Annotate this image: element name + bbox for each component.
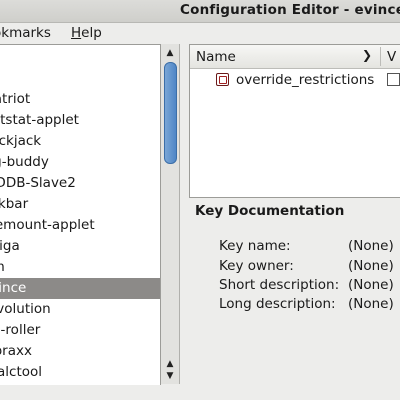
menu-bookmarks-label: okmarks	[0, 25, 51, 41]
column-separator[interactable]	[380, 47, 381, 66]
tree-item[interactable]: CDDB-Slave2	[0, 173, 160, 194]
key-list[interactable]: Name ❯ V override_restrictions	[189, 44, 400, 198]
arrow-down-icon[interactable]: ▼	[164, 370, 176, 382]
doc-value: (None)	[348, 296, 394, 312]
tree-item[interactable]	[0, 68, 160, 89]
menu-help-label: elp	[81, 25, 102, 41]
tree-item-selected[interactable]: evince	[0, 278, 160, 299]
tree-item[interactable]: drivemount-applet	[0, 215, 160, 236]
tree-item-label: drivemount-applet	[0, 217, 95, 233]
column-name-header[interactable]: Name	[196, 49, 236, 65]
tree-item-label: gbraxx	[0, 343, 32, 359]
title-bar: Configuration Editor - evince	[0, 0, 400, 23]
tree-item[interactable]: battstat-applet	[0, 110, 160, 131]
menu-help[interactable]: Help	[71, 25, 102, 41]
tree-scrollbar[interactable]: ▲ ▲ ▼	[161, 44, 180, 384]
arrow-up-icon[interactable]: ▲	[164, 47, 176, 59]
tree-item-label: Banshee-0.1/patriot	[0, 91, 31, 107]
key-value-checkbox[interactable]	[387, 73, 400, 86]
tree-item-label: ekiga	[0, 238, 20, 254]
tree-item[interactable]: ekiga	[0, 236, 160, 257]
tree-item-label: evince	[0, 280, 27, 296]
tree-item-label: gcalctool	[0, 364, 43, 380]
tree-item[interactable]: deskbar	[0, 194, 160, 215]
scrollbar-thumb[interactable]	[164, 62, 177, 164]
tree-item[interactable]: Banshee-0.1/patriot	[0, 89, 160, 110]
status-bar	[0, 385, 400, 400]
doc-label: Short description:	[219, 277, 340, 293]
menu-bookmarks[interactable]: okmarks	[0, 25, 51, 41]
tree-item[interactable]: evolution	[0, 299, 160, 320]
doc-value: (None)	[348, 277, 394, 293]
tree-item-label: deskbar	[0, 196, 29, 212]
menu-help-mnemonic: H	[71, 25, 82, 41]
tree-item-label: bug-buddy	[0, 154, 49, 170]
tree-item-label: file-roller	[0, 322, 41, 338]
tree-item[interactable]: gcalctool	[0, 362, 160, 383]
tree-item-label: evolution	[0, 301, 51, 317]
doc-label: Key owner:	[219, 258, 294, 274]
doc-value: (None)	[348, 238, 394, 254]
doc-value: (None)	[348, 258, 394, 274]
key-name: override_restrictions	[236, 72, 375, 88]
tree-item[interactable]: gbraxx	[0, 341, 160, 362]
tree-item[interactable]: bug-buddy	[0, 152, 160, 173]
chevron-down-icon[interactable]: ❯	[362, 48, 372, 62]
doc-label: Key name:	[219, 238, 291, 254]
directory-tree[interactable]: Banshee-0.1/patriot battstat-applet blac…	[0, 44, 161, 386]
tree-item-label: blackjack	[0, 133, 42, 149]
tree-item-label: eom	[0, 257, 5, 278]
tree-item-label: CDDB-Slave2	[0, 175, 76, 191]
window-title: Configuration Editor - evince	[180, 2, 400, 18]
arrow-up-icon[interactable]: ▲	[164, 358, 176, 370]
key-row[interactable]: override_restrictions	[190, 69, 400, 91]
key-list-header: Name ❯ V	[190, 45, 400, 69]
tree-item[interactable]: blackjack	[0, 131, 160, 152]
tree-item-label: battstat-applet	[0, 112, 79, 128]
key-icon	[216, 73, 229, 86]
tree-item[interactable]: eom	[0, 257, 160, 278]
menu-bar: okmarks Help	[0, 23, 400, 45]
tree-item[interactable]	[0, 47, 160, 68]
doc-label: Long description:	[219, 296, 336, 312]
tree-item[interactable]: file-roller	[0, 320, 160, 341]
column-value-header[interactable]: V	[387, 49, 396, 65]
key-documentation-heading: Key Documentation	[195, 203, 345, 219]
